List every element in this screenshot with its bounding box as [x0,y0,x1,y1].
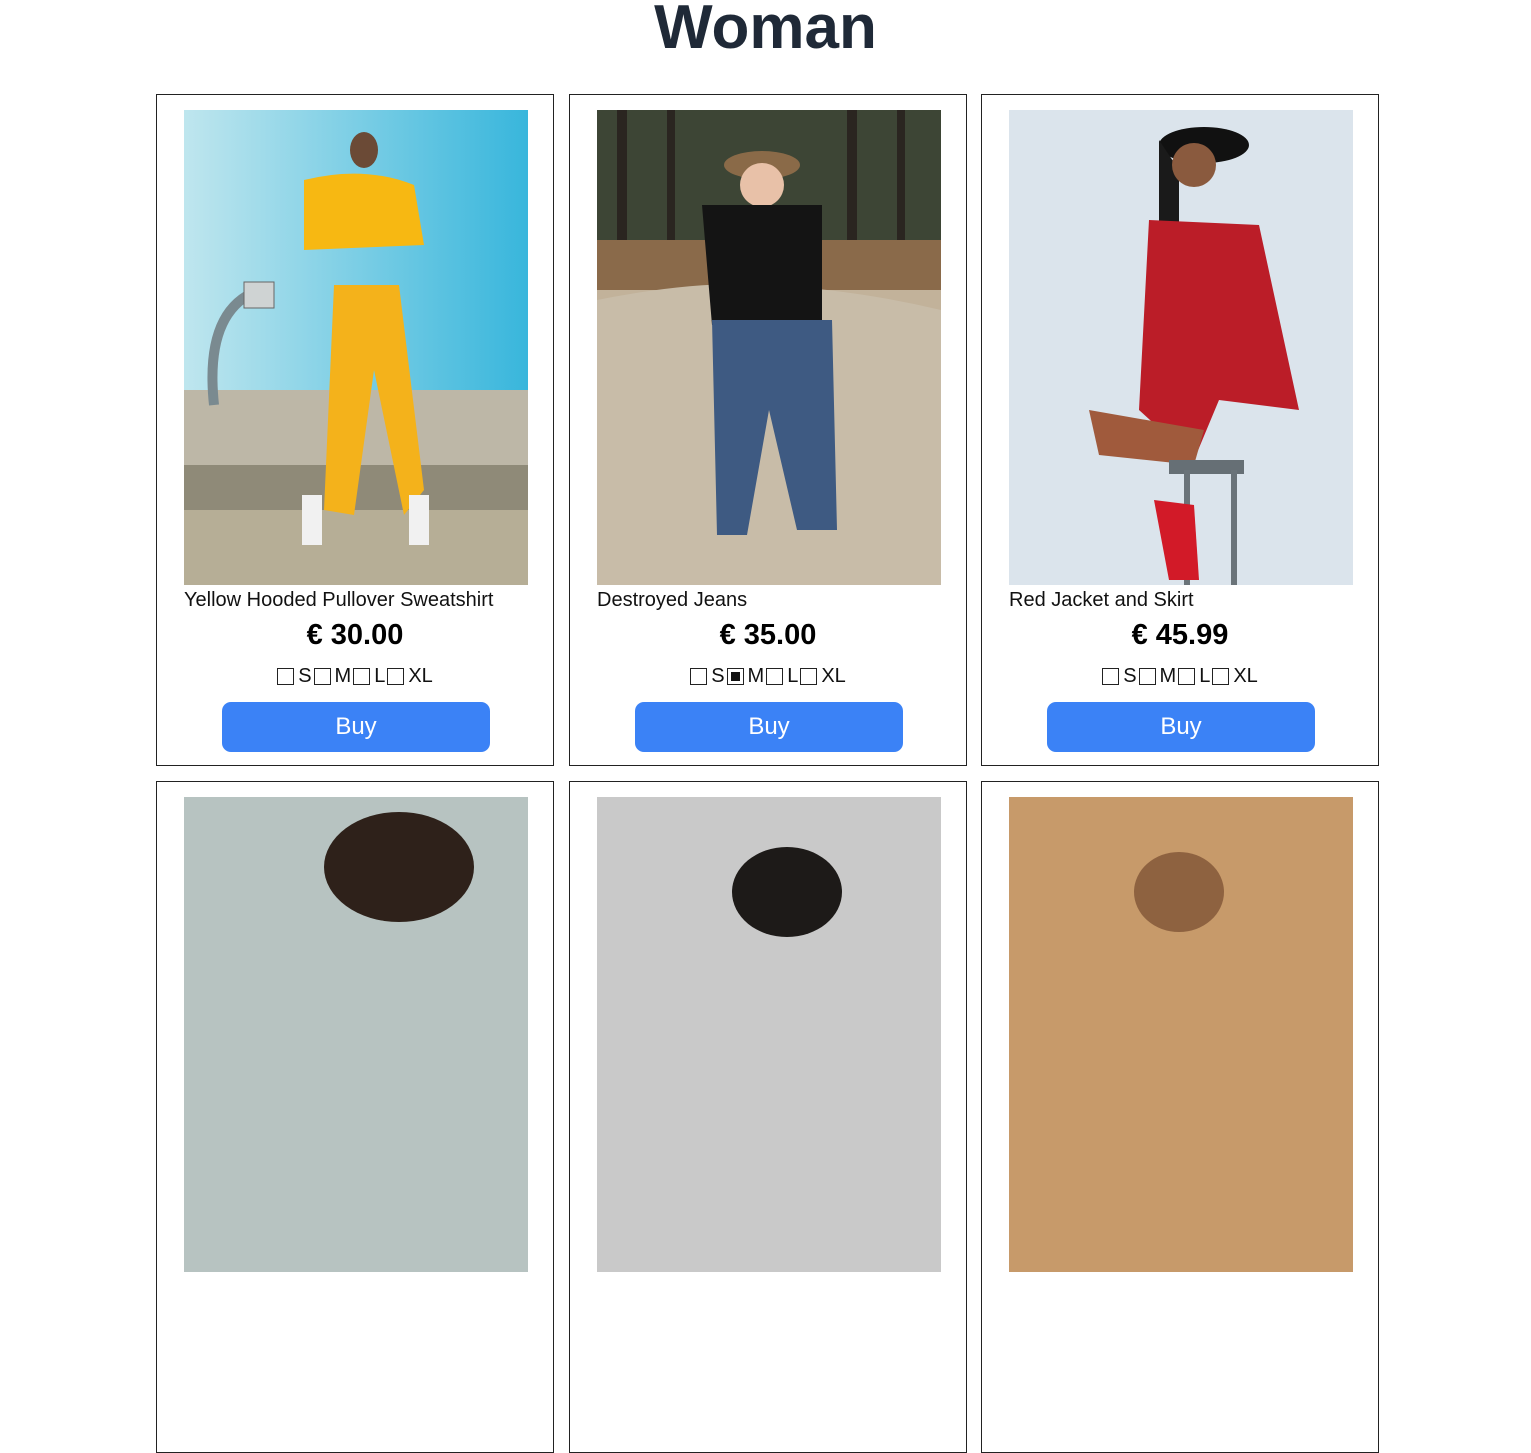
size-label: XL [408,665,433,687]
page-title: Woman [654,0,877,62]
size-selector: S M L XL [157,665,553,688]
product-card [981,781,1379,1453]
product-image [1009,797,1353,1272]
size-checkbox[interactable] [1102,668,1120,685]
size-label: S [298,665,312,687]
product-card: Destroyed Jeans € 35.00 S M L XL Buy [569,94,967,766]
product-card: Yellow Hooded Pullover Sweatshirt € 30.0… [156,94,554,766]
size-label: M [334,665,352,687]
size-checkbox[interactable] [353,668,371,685]
size-option-xl[interactable]: XL [800,665,846,688]
product-image [184,110,528,585]
size-option-s[interactable]: S [1102,665,1137,688]
size-label: S [711,665,725,687]
size-label: L [787,665,799,687]
size-selector: S M L XL [570,665,966,688]
product-image [597,110,941,585]
product-price: € 30.00 [306,619,404,651]
size-checkbox[interactable] [766,668,784,685]
size-option-s[interactable]: S [690,665,725,688]
product-price: € 45.99 [1131,619,1229,651]
size-checkbox[interactable] [387,668,405,685]
size-checkbox[interactable] [1212,668,1230,685]
size-option-m[interactable]: M [313,665,352,688]
buy-button[interactable]: Buy [635,702,903,752]
size-checkbox[interactable] [313,668,331,685]
buy-button[interactable]: Buy [1047,702,1315,752]
size-checkbox[interactable] [277,668,295,685]
size-option-s[interactable]: S [277,665,312,688]
size-checkbox[interactable] [1178,668,1196,685]
product-card [156,781,554,1453]
product-card: Red Jacket and Skirt € 45.99 S M L XL Bu… [981,94,1379,766]
size-option-m[interactable]: M [1138,665,1177,688]
size-option-m[interactable]: M [726,665,765,688]
buy-button[interactable]: Buy [222,702,490,752]
size-label: XL [821,665,846,687]
product-name: Yellow Hooded Pullover Sweatshirt [184,589,494,611]
size-selector: S M L XL [982,665,1378,688]
product-image [1009,110,1353,585]
size-option-l[interactable]: L [1178,665,1210,688]
size-option-xl[interactable]: XL [387,665,433,688]
size-checkbox[interactable] [800,668,818,685]
size-label: XL [1233,665,1258,687]
size-checkbox[interactable] [690,668,708,685]
size-label: S [1123,665,1137,687]
product-image [597,797,941,1272]
size-checkbox[interactable] [1138,668,1156,685]
size-label: L [1199,665,1211,687]
size-option-xl[interactable]: XL [1212,665,1258,688]
product-name: Red Jacket and Skirt [1009,589,1194,611]
product-name: Destroyed Jeans [597,589,748,611]
product-price: € 35.00 [719,619,817,651]
product-card [569,781,967,1453]
size-label: M [747,665,765,687]
size-checkbox[interactable] [726,668,744,685]
size-label: M [1159,665,1177,687]
size-option-l[interactable]: L [766,665,798,688]
size-label: L [374,665,386,687]
size-option-l[interactable]: L [353,665,385,688]
product-image [184,797,528,1272]
